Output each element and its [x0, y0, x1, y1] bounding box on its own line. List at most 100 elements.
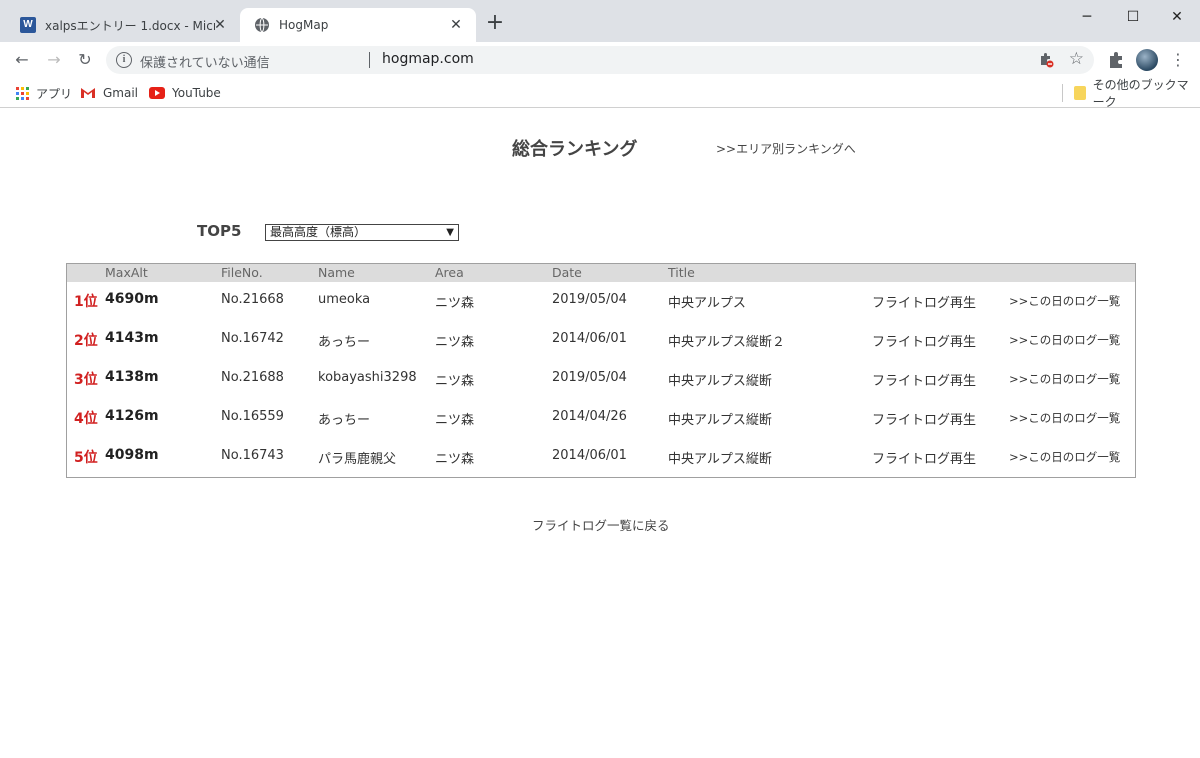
area-ranking-link[interactable]: >>エリア別ランキングへ	[716, 140, 856, 157]
url-text[interactable]: hogmap.com	[382, 51, 474, 67]
tab-title: xalpsエントリー 1.docx - Microsoft W	[45, 18, 215, 33]
day-log-list-link[interactable]: >>この日のログ一覧	[1009, 293, 1120, 309]
title-cell: 中央アルプス縦断２	[668, 335, 785, 350]
close-window-button[interactable]: ✕	[1154, 4, 1200, 30]
fileno-cell: No.21668	[221, 292, 284, 307]
ranking-table: MaxAlt FileNo. Name Area Date Title 1位 4…	[66, 263, 1136, 478]
extensions-puzzle-icon[interactable]	[1104, 48, 1128, 72]
page-content: 総合ランキング >>エリア別ランキングへ TOP5 最高高度（標高） ▼ Max…	[0, 109, 1200, 758]
date-cell: 2019/05/04	[552, 370, 627, 385]
minimize-button[interactable]: ─	[1064, 4, 1110, 30]
select-value: 最高高度（標高）	[270, 225, 367, 239]
divider	[1062, 84, 1063, 102]
tab-hogmap[interactable]: HogMap ✕	[240, 8, 476, 42]
flight-log-play-link[interactable]: フライトログ再生	[872, 370, 976, 389]
rank-cell: 3位	[74, 372, 98, 388]
area-cell: ニツ森	[435, 296, 475, 311]
tab-word-document[interactable]: W xalpsエントリー 1.docx - Microsoft W ✕	[8, 8, 240, 42]
flight-log-play-link[interactable]: フライトログ再生	[872, 331, 976, 350]
rank-cell: 5位	[74, 450, 98, 466]
area-cell: ニツ森	[435, 374, 475, 389]
date-cell: 2019/05/04	[552, 292, 627, 307]
flight-log-play-link[interactable]: フライトログ再生	[872, 448, 976, 467]
date-cell: 2014/06/01	[552, 331, 627, 346]
maxalt-cell: 4143m	[105, 330, 159, 346]
reload-icon[interactable]: ↻	[72, 47, 98, 73]
back-arrow-icon[interactable]: ←	[9, 47, 35, 73]
table-row: 4位 4126m No.16559 あっちー ニツ森 2014/04/26 中央…	[67, 399, 1135, 438]
bookmark-label: アプリ	[36, 86, 73, 101]
apps-grid-icon	[16, 86, 29, 100]
rank-cell: 2位	[74, 333, 98, 349]
maxalt-cell: 4098m	[105, 447, 159, 463]
gmail-icon	[81, 88, 95, 98]
bookmark-label: Gmail	[103, 86, 139, 100]
globe-icon	[255, 17, 269, 33]
page-title: 総合ランキング	[512, 139, 638, 160]
date-cell: 2014/04/26	[552, 409, 627, 424]
table-header: MaxAlt FileNo. Name Area Date Title	[67, 264, 1135, 282]
column-header-date: Date	[552, 265, 582, 280]
maxalt-cell: 4126m	[105, 408, 159, 424]
address-bar[interactable]: i 保護されていない通信 hogmap.com ☆	[106, 46, 1094, 74]
fileno-cell: No.16743	[221, 448, 284, 463]
bookmarks-bar: アプリ Gmail YouTube その他のブックマーク	[0, 78, 1200, 109]
blocked-extension-icon[interactable]	[1038, 52, 1054, 68]
browser-titlebar: W xalpsエントリー 1.docx - Microsoft W ✕ HogM…	[0, 0, 1200, 42]
area-cell: ニツ森	[435, 452, 475, 467]
tab-title: HogMap	[279, 18, 329, 32]
title-cell: 中央アルプス縦断	[668, 452, 772, 467]
bookmark-gmail[interactable]: Gmail	[80, 84, 138, 102]
day-log-list-link[interactable]: >>この日のログ一覧	[1009, 371, 1120, 387]
youtube-icon	[149, 87, 165, 99]
chevron-down-icon: ▼	[446, 227, 454, 238]
bookmark-other[interactable]: その他のブックマーク	[1074, 78, 1200, 109]
bookmark-youtube[interactable]: YouTube	[149, 84, 221, 102]
maxalt-cell: 4138m	[105, 369, 159, 385]
flight-log-play-link[interactable]: フライトログ再生	[872, 409, 976, 428]
rank-cell: 1位	[74, 294, 98, 310]
name-cell: あっちー	[318, 335, 371, 350]
info-icon[interactable]: i	[116, 52, 132, 68]
top5-label: TOP5	[197, 222, 242, 240]
fileno-cell: No.16742	[221, 331, 284, 346]
new-tab-button[interactable]: +	[484, 12, 506, 35]
rank-cell: 4位	[74, 411, 98, 427]
bookmark-label: その他のブックマーク	[1092, 78, 1189, 109]
title-cell: 中央アルプス	[668, 296, 746, 311]
column-header-maxalt: MaxAlt	[105, 265, 148, 280]
security-status: 保護されていない通信	[140, 56, 270, 71]
menu-kebab-icon[interactable]: ⋮	[1166, 48, 1190, 72]
area-cell: ニツ森	[435, 335, 475, 350]
title-cell: 中央アルプス縦断	[668, 374, 772, 389]
fileno-cell: No.21688	[221, 370, 284, 385]
day-log-list-link[interactable]: >>この日のログ一覧	[1009, 449, 1120, 465]
column-header-fileno: FileNo.	[221, 265, 263, 280]
day-log-list-link[interactable]: >>この日のログ一覧	[1009, 332, 1120, 348]
word-icon: W	[20, 17, 36, 33]
column-header-name: Name	[318, 265, 355, 280]
forward-arrow-icon[interactable]: →	[41, 47, 67, 73]
ranking-type-select[interactable]: 最高高度（標高） ▼	[265, 224, 459, 241]
folder-icon	[1074, 86, 1086, 100]
column-header-title: Title	[668, 265, 695, 280]
maximize-button[interactable]: ☐	[1110, 4, 1156, 30]
bookmark-star-icon[interactable]: ☆	[1069, 49, 1084, 69]
bookmark-label: YouTube	[172, 86, 221, 100]
area-cell: ニツ森	[435, 413, 475, 428]
maxalt-cell: 4690m	[105, 291, 159, 307]
close-tab-icon[interactable]: ✕	[212, 17, 228, 33]
fileno-cell: No.16559	[221, 409, 284, 424]
profile-avatar[interactable]	[1136, 49, 1158, 71]
name-cell: kobayashi3298	[318, 370, 417, 385]
column-header-area: Area	[435, 265, 464, 280]
close-tab-icon[interactable]: ✕	[448, 17, 464, 33]
title-cell: 中央アルプス縦断	[668, 413, 772, 428]
flight-log-play-link[interactable]: フライトログ再生	[872, 292, 976, 311]
name-cell: umeoka	[318, 292, 371, 307]
day-log-list-link[interactable]: >>この日のログ一覧	[1009, 410, 1120, 426]
back-to-flight-log-list-link[interactable]: フライトログ一覧に戻る	[532, 515, 670, 534]
bookmark-apps[interactable]: アプリ	[16, 84, 72, 102]
date-cell: 2014/06/01	[552, 448, 627, 463]
table-row: 3位 4138m No.21688 kobayashi3298 ニツ森 2019…	[67, 360, 1135, 399]
